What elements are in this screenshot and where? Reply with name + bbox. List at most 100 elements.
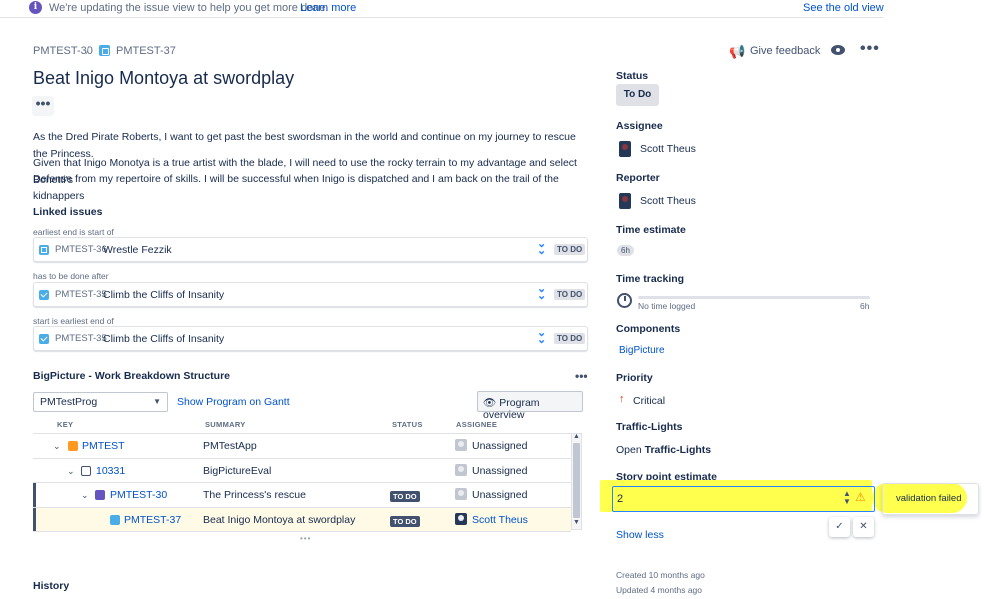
spinner-arrows-icon[interactable]: ▲ ▼: [843, 490, 851, 506]
learn-more-link[interactable]: Learn more: [300, 2, 356, 14]
more-actions-button[interactable]: •••: [860, 40, 880, 58]
row-summary: The Princess's rescue: [203, 489, 306, 501]
link-category: has to be done after: [33, 271, 109, 281]
status-label: Status: [616, 70, 649, 82]
time-total: 6h: [860, 301, 870, 311]
created-date: Created 10 months ago: [616, 570, 705, 580]
time-logged: No time logged: [638, 301, 696, 311]
assignee-avatar: [619, 141, 631, 157]
program-overview-button[interactable]: 👁 Program overview: [477, 391, 583, 421]
components-label: Components: [616, 323, 681, 335]
reporter-label: Reporter: [616, 172, 660, 184]
row-key[interactable]: PMTEST: [82, 440, 125, 452]
linked-issue-summary[interactable]: Climb the Cliffs of Insanity: [103, 333, 224, 345]
wbs-more-button[interactable]: •••: [575, 369, 588, 383]
table-row[interactable]: ⌄ 10331 BigPictureEval Unassigned: [33, 459, 571, 483]
avatar: [455, 512, 467, 525]
linked-issue-key[interactable]: PMTEST-36: [55, 244, 107, 255]
linked-issue-card[interactable]: PMTEST-35 Climb the Cliffs of Insanity ⌄…: [33, 326, 588, 351]
confirm-button[interactable]: ✓: [829, 517, 850, 537]
status-button[interactable]: To Do: [616, 84, 659, 106]
story-points-input[interactable]: [612, 486, 875, 512]
row-key[interactable]: 10331: [96, 465, 125, 477]
box-icon: [81, 465, 91, 476]
linked-issue-key[interactable]: PMTEST-35: [55, 333, 107, 344]
link-category: earliest end is start of: [33, 227, 114, 237]
row-key[interactable]: PMTEST-37: [124, 514, 181, 526]
banner-text: We're updating the issue view to help yo…: [49, 2, 329, 14]
scrollbar-thumb[interactable]: [573, 443, 580, 518]
program-select[interactable]: PMTestProg ▼: [33, 392, 168, 412]
traffic-lights-value: Traffic-Lights: [644, 444, 712, 456]
table-row[interactable]: ⌄ PMTEST-30 The Princess's rescue TO DO …: [33, 483, 571, 508]
show-less-link[interactable]: Show less: [616, 529, 664, 541]
stopwatch-icon: [617, 293, 632, 308]
breadcrumb-separator: /: [86, 45, 90, 57]
row-summary: BigPictureEval: [203, 464, 272, 477]
show-gantt-link[interactable]: Show Program on Gantt: [177, 396, 290, 408]
column-header-summary[interactable]: SUMMARY: [205, 420, 246, 429]
row-assignee: Unassigned: [472, 464, 528, 477]
priority-value[interactable]: Critical: [633, 395, 665, 407]
program-select-value: PMTestProg: [40, 396, 98, 408]
priority-lowest-icon: ⌄ ⌄: [537, 327, 547, 346]
row-indicator: [33, 483, 36, 507]
row-assignee[interactable]: Scott Theus: [472, 514, 528, 526]
updated-date: Updated 4 months ago: [616, 585, 703, 595]
linked-issue-card[interactable]: PMTEST-36 Wrestle Fezzik ⌄ ⌄ TO DO: [33, 237, 588, 262]
watch-eye-icon[interactable]: [831, 45, 845, 55]
table-row-selected[interactable]: PMTEST-37 Beat Inigo Montoya at swordpla…: [33, 507, 571, 532]
time-tracking-label: Time tracking: [616, 273, 685, 285]
time-estimate-value[interactable]: 6h: [617, 245, 634, 256]
column-header-assignee[interactable]: ASSIGNEE: [456, 420, 497, 429]
task-icon: [39, 334, 49, 344]
status-lozenge: TO DO: [554, 244, 586, 255]
link-category: start is earliest end of: [33, 316, 114, 326]
wbs-table: ⌄ PMTEST PMTestApp Unassigned ⌄ 10331 Bi…: [33, 433, 571, 532]
status-lozenge: TO DO: [390, 491, 420, 502]
row-indicator: [33, 507, 36, 531]
assignee-label: Assignee: [616, 120, 663, 132]
priority-lowest-icon: ⌄ ⌄: [537, 283, 547, 302]
column-header-status[interactable]: STATUS: [392, 420, 423, 429]
reporter-name[interactable]: Scott Theus: [640, 195, 696, 207]
megaphone-icon[interactable]: 📢: [729, 44, 745, 60]
cancel-button[interactable]: ✕: [853, 517, 874, 537]
reporter-avatar: [619, 193, 631, 209]
assignee-name[interactable]: Scott Theus: [640, 143, 696, 155]
scroll-up-icon[interactable]: ▲: [573, 433, 580, 440]
row-assignee: Unassigned: [472, 489, 528, 501]
linked-issue-card[interactable]: PMTEST-35 Climb the Cliffs of Insanity ⌄…: [33, 282, 588, 307]
resize-handle[interactable]: •••: [300, 534, 311, 543]
chevron-down-icon[interactable]: ⌄: [81, 490, 89, 501]
issue-more-button[interactable]: •••: [32, 96, 54, 116]
breadcrumb-parent[interactable]: PMTEST-30: [33, 45, 93, 57]
linked-issue-summary[interactable]: Wrestle Fezzik: [103, 244, 172, 256]
status-lozenge: TO DO: [554, 289, 586, 300]
info-icon: i: [29, 1, 42, 14]
caret-down-icon: ▼: [153, 397, 161, 406]
linked-issue-key[interactable]: PMTEST-35: [55, 289, 107, 300]
validation-message: validation failed: [896, 493, 962, 504]
give-feedback-button[interactable]: Give feedback: [750, 45, 820, 57]
component-tag[interactable]: BigPicture: [619, 345, 665, 356]
table-row[interactable]: ⌄ PMTEST PMTestApp Unassigned: [33, 434, 571, 459]
scroll-down-icon[interactable]: ▼: [573, 519, 580, 526]
warning-icon: ⚠: [855, 490, 866, 504]
time-tracking-bar[interactable]: [638, 296, 870, 299]
priority-critical-icon: ↑: [619, 393, 625, 405]
traffic-lights-link[interactable]: Open Traffic-Lights: [616, 444, 711, 456]
subtask-icon: [99, 45, 110, 56]
chevron-down-icon[interactable]: ⌄: [53, 441, 61, 452]
breadcrumb-current[interactable]: PMTEST-37: [116, 45, 176, 57]
row-key[interactable]: PMTEST-30: [110, 489, 167, 501]
linked-issue-summary[interactable]: Climb the Cliffs of Insanity: [103, 289, 224, 301]
issue-title[interactable]: Beat Inigo Montoya at swordplay: [33, 68, 294, 89]
column-header-key[interactable]: KEY: [57, 420, 73, 429]
chevron-down-icon[interactable]: ⌄: [67, 466, 75, 477]
status-lozenge: TO DO: [554, 333, 586, 344]
program-icon: [68, 441, 78, 451]
eye-icon: 👁: [483, 397, 497, 409]
old-view-link[interactable]: See the old view: [803, 2, 884, 14]
task-icon: [39, 290, 49, 300]
